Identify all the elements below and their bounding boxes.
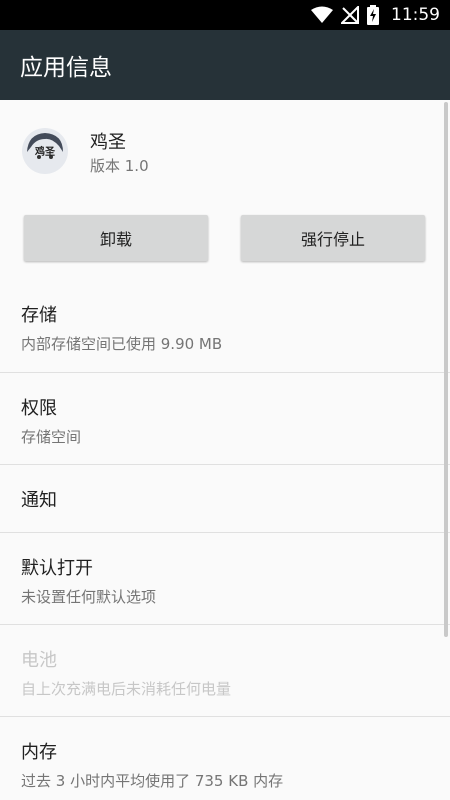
notifications-item[interactable]: 通知 (0, 486, 450, 512)
battery-item: 电池 自上次充满电后未消耗任何电量 (0, 646, 450, 699)
permissions-title: 权限 (21, 398, 57, 419)
app-icon-label: 鸡圣 (35, 147, 55, 158)
open-by-default-summary: 未设置任何默认选项 (21, 588, 157, 606)
scrollbar[interactable] (444, 102, 448, 637)
app-bar: 应用信息 (0, 30, 450, 100)
app-version: 版本 1.0 (90, 157, 149, 175)
status-bar: 11:59 (0, 0, 450, 30)
battery-title: 电池 (21, 650, 57, 671)
app-info-content: 鸡圣 鸡圣 版本 1.0 卸载 强行停止 存储 内部存储空间已使用 9.90 M… (0, 100, 450, 800)
storage-item[interactable]: 存储 内部存储空间已使用 9.90 MB (0, 301, 450, 354)
divider (0, 372, 450, 373)
no-signal-icon (341, 6, 359, 24)
divider (0, 464, 450, 465)
divider (0, 716, 450, 717)
permissions-summary: 存储空间 (21, 428, 82, 446)
permissions-item[interactable]: 权限 存储空间 (0, 394, 450, 447)
notifications-title: 通知 (21, 490, 57, 511)
force-stop-button[interactable]: 强行停止 (241, 215, 425, 261)
status-time: 11:59 (391, 5, 440, 25)
wifi-icon (311, 6, 333, 24)
storage-title: 存储 (21, 305, 57, 326)
divider (0, 532, 450, 533)
uninstall-button[interactable]: 卸载 (24, 215, 208, 261)
battery-summary: 自上次充满电后未消耗任何电量 (21, 680, 232, 698)
open-by-default-item[interactable]: 默认打开 未设置任何默认选项 (0, 554, 450, 607)
app-name: 鸡圣 (90, 132, 126, 153)
battery-charging-icon (367, 5, 379, 25)
memory-title: 内存 (21, 742, 57, 763)
divider (0, 624, 450, 625)
app-header: 鸡圣 鸡圣 版本 1.0 (0, 100, 450, 200)
storage-summary: 内部存储空间已使用 9.90 MB (21, 335, 223, 353)
open-by-default-title: 默认打开 (21, 558, 93, 579)
memory-summary: 过去 3 小时内平均使用了 735 KB 内存 (21, 772, 284, 790)
memory-item[interactable]: 内存 过去 3 小时内平均使用了 735 KB 内存 (0, 738, 450, 791)
page-title: 应用信息 (20, 55, 112, 81)
app-icon: 鸡圣 (22, 128, 68, 174)
